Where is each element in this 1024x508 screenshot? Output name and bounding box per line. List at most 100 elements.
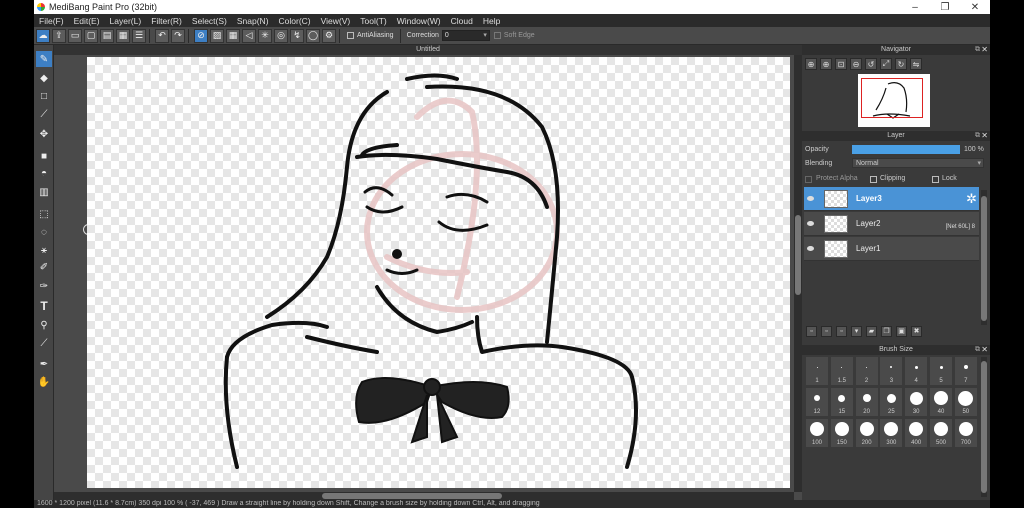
menu-cloud[interactable]: Cloud: [446, 16, 478, 26]
folder-icon[interactable]: ▰: [866, 325, 877, 337]
eraser-tool-icon[interactable]: ◆: [36, 70, 52, 86]
undo-icon[interactable]: ↶: [155, 28, 169, 43]
snap-settings-icon[interactable]: ⚙: [322, 28, 336, 43]
brush-size-12[interactable]: 12: [806, 388, 828, 416]
shape-tool-icon[interactable]: ■: [36, 148, 52, 164]
close-panel-icon[interactable]: ✕: [981, 345, 988, 355]
undock-icon[interactable]: ⧉: [975, 345, 980, 355]
vertical-scroll-thumb[interactable]: [795, 215, 801, 295]
snap-curve-icon[interactable]: ↯: [290, 28, 304, 43]
blur-tool-icon[interactable]: ⟋: [36, 106, 52, 122]
zoom-in-icon[interactable]: ⊕: [805, 58, 817, 70]
brush-size-300[interactable]: 300: [880, 419, 903, 447]
undock-icon[interactable]: ⧉: [975, 131, 980, 141]
list-icon[interactable]: ☰: [132, 28, 146, 43]
snap-ellipse-icon[interactable]: ◯: [306, 28, 320, 43]
brush-size-30[interactable]: 30: [905, 388, 928, 416]
drawing-canvas[interactable]: [87, 57, 790, 488]
menu-view[interactable]: View(V): [316, 16, 356, 26]
close-panel-icon[interactable]: ✕: [981, 131, 988, 141]
horizontal-scroll-thumb[interactable]: [322, 493, 502, 499]
zoom-in-alt-icon[interactable]: ⊕: [820, 58, 832, 70]
speech-bubble-icon[interactable]: ▢: [84, 28, 98, 43]
comment-icon[interactable]: ▭: [68, 28, 82, 43]
layer-scroll-thumb[interactable]: [981, 196, 987, 321]
merge-layer-icon[interactable]: ▣: [896, 325, 907, 337]
brush-size-150[interactable]: 150: [830, 419, 853, 447]
brush-size-1.5[interactable]: 1.5: [830, 357, 853, 385]
new-8bit-layer-icon[interactable]: ▫: [821, 325, 832, 337]
select-pen-icon[interactable]: ✐: [36, 259, 52, 275]
brush-size-2[interactable]: 2: [855, 357, 878, 385]
duplicate-layer-icon[interactable]: ❐: [881, 325, 892, 337]
brush-size-200[interactable]: 200: [855, 419, 878, 447]
menu-file[interactable]: File(F): [34, 16, 69, 26]
brush-size-25[interactable]: 25: [880, 388, 903, 416]
brush-size-40[interactable]: 40: [930, 388, 952, 416]
menu-layer[interactable]: Layer(L): [105, 16, 147, 26]
new-layer-icon[interactable]: ▫: [806, 325, 817, 337]
menu-tool[interactable]: Tool(T): [355, 16, 391, 26]
divide-tool-icon[interactable]: ⟋: [36, 335, 52, 351]
blending-select[interactable]: Normal: [852, 158, 984, 168]
menu-help[interactable]: Help: [478, 16, 505, 26]
menu-snap[interactable]: Snap(N): [232, 16, 274, 26]
brush-size-1[interactable]: 1: [806, 357, 828, 385]
antialiasing-checkbox[interactable]: [347, 32, 354, 39]
flip-icon[interactable]: ⇋: [910, 58, 922, 70]
select-tool-icon[interactable]: ⬚: [36, 206, 52, 222]
visibility-eye-icon[interactable]: [807, 221, 814, 226]
snap-parallel-icon[interactable]: ▨: [210, 28, 224, 43]
clipping-checkbox[interactable]: [870, 176, 877, 183]
correction-select[interactable]: 0: [441, 30, 490, 41]
dot-tool-icon[interactable]: □: [36, 88, 52, 104]
close-panel-icon[interactable]: ✕: [981, 45, 988, 55]
navigator-viewport-rect[interactable]: [861, 78, 923, 118]
brush-size-400[interactable]: 400: [905, 419, 928, 447]
rotate-right-icon[interactable]: ↻: [895, 58, 907, 70]
brush-size-3[interactable]: 3: [880, 357, 903, 385]
magic-wand-icon[interactable]: ⚹: [36, 242, 52, 258]
snap-perspective-icon[interactable]: ◁: [242, 28, 256, 43]
zoom-out-icon[interactable]: ⊖: [850, 58, 862, 70]
document-tab[interactable]: Untitled: [54, 45, 802, 55]
new-1bit-layer-icon[interactable]: ▫: [836, 325, 847, 337]
menu-edit[interactable]: Edit(E): [69, 16, 105, 26]
soft-edge-checkbox[interactable]: [493, 32, 501, 39]
brush-size-700[interactable]: 700: [954, 419, 977, 447]
snap-radial-icon[interactable]: ✳: [258, 28, 272, 43]
fill-tool-icon[interactable]: ◓: [36, 165, 52, 181]
redo-icon[interactable]: ↷: [171, 28, 185, 43]
layer-item-layer1[interactable]: Layer1: [804, 237, 979, 261]
operation-tool-icon[interactable]: ⚲: [36, 317, 52, 333]
move-tool-icon[interactable]: ✥: [36, 126, 52, 142]
menu-filter[interactable]: Filter(R): [146, 16, 187, 26]
brush-size-7[interactable]: 7: [954, 357, 977, 385]
trash-icon[interactable]: ✖: [911, 325, 922, 337]
grid-icon[interactable]: ▦: [116, 28, 130, 43]
visibility-eye-icon[interactable]: [807, 196, 814, 201]
brush-size-500[interactable]: 500: [930, 419, 952, 447]
close-button[interactable]: ✕: [960, 0, 990, 14]
brush-tool-icon[interactable]: ✎: [36, 51, 52, 67]
menu-select[interactable]: Select(S): [187, 16, 232, 26]
layer-item-layer3[interactable]: Layer3 ✲: [804, 187, 979, 211]
undock-icon[interactable]: ⧉: [975, 45, 980, 55]
cloud-icon[interactable]: ☁: [36, 28, 50, 43]
canvas-horizontal-scrollbar[interactable]: [54, 492, 794, 500]
reset-view-icon[interactable]: ⤢: [880, 58, 892, 70]
brush-size-20[interactable]: 20: [855, 388, 878, 416]
select-eraser-icon[interactable]: ✑: [36, 278, 52, 294]
brush-size-scrollbar[interactable]: [981, 357, 987, 497]
maximize-button[interactable]: ❐: [930, 0, 960, 14]
upload-icon[interactable]: ⇪: [52, 28, 66, 43]
brush-size-15[interactable]: 15: [830, 388, 853, 416]
layer-scrollbar[interactable]: [981, 190, 987, 325]
brush-size-5[interactable]: 5: [930, 357, 952, 385]
canvas-vertical-scrollbar[interactable]: [794, 55, 802, 492]
brush-size-50[interactable]: 50: [954, 388, 977, 416]
fit-icon[interactable]: ⊡: [835, 58, 847, 70]
eyedropper-tool-icon[interactable]: ✒: [36, 356, 52, 372]
hand-tool-icon[interactable]: ✋: [36, 374, 52, 390]
gradient-tool-icon[interactable]: ▥: [36, 184, 52, 200]
